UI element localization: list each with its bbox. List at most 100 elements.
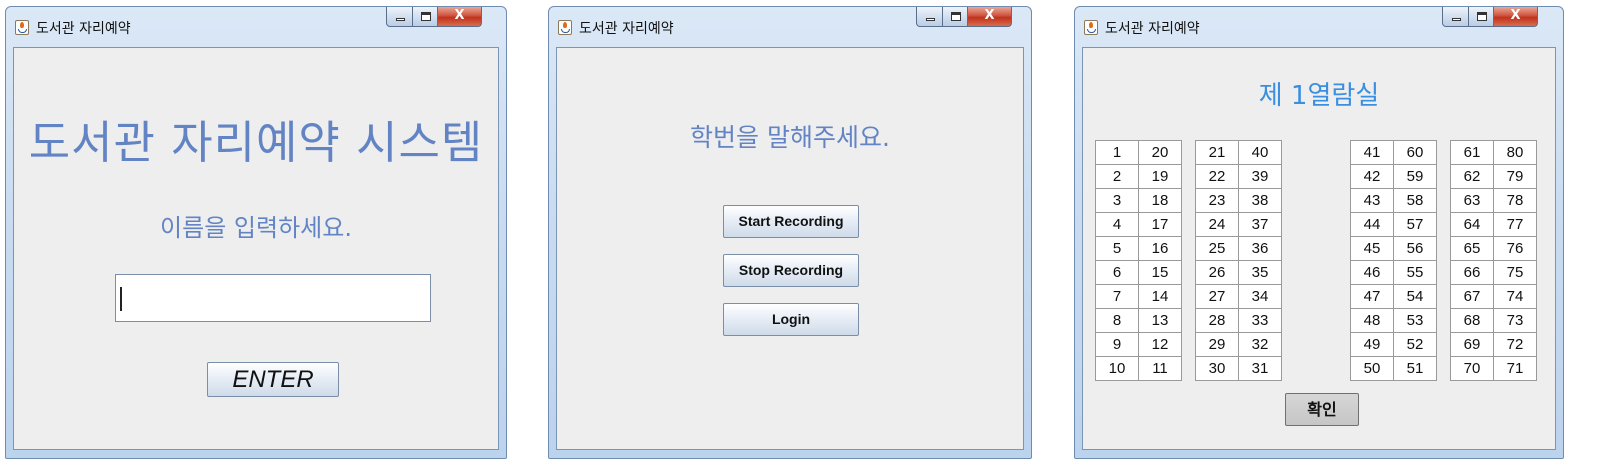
seat-cell[interactable]: 39: [1238, 164, 1282, 189]
seat-cell[interactable]: 23: [1195, 188, 1239, 213]
seat-cell[interactable]: 7: [1095, 284, 1139, 309]
seat-cell[interactable]: 45: [1350, 236, 1394, 261]
seat-cell[interactable]: 51: [1393, 356, 1437, 381]
maximize-button[interactable]: [412, 7, 438, 27]
start-recording-button[interactable]: Start Recording: [723, 205, 859, 238]
close-button[interactable]: X: [967, 7, 1012, 27]
seat-cell[interactable]: 11: [1138, 356, 1182, 381]
seat-cell[interactable]: 1: [1095, 140, 1139, 165]
seat-cell[interactable]: 2: [1095, 164, 1139, 189]
seat-cell[interactable]: 20: [1138, 140, 1182, 165]
close-button[interactable]: X: [1493, 7, 1538, 27]
close-button[interactable]: X: [437, 7, 482, 27]
seat-cell[interactable]: 73: [1493, 308, 1537, 333]
seat-cell[interactable]: 69: [1450, 332, 1494, 357]
seat-cell[interactable]: 62: [1450, 164, 1494, 189]
seat-cell[interactable]: 17: [1138, 212, 1182, 237]
seat-cell[interactable]: 60: [1393, 140, 1437, 165]
seat-cell[interactable]: 40: [1238, 140, 1282, 165]
enter-button[interactable]: ENTER: [207, 362, 339, 397]
seat-cell[interactable]: 70: [1450, 356, 1494, 381]
seat-cell[interactable]: 68: [1450, 308, 1494, 333]
seat-cell[interactable]: 38: [1238, 188, 1282, 213]
seat-cell[interactable]: 42: [1350, 164, 1394, 189]
seat-cell[interactable]: 56: [1393, 236, 1437, 261]
title-bar[interactable]: 도서관 자리예약 X: [549, 7, 1031, 47]
seat-cell[interactable]: 31: [1238, 356, 1282, 381]
seat-cell[interactable]: 19: [1138, 164, 1182, 189]
seat-cell[interactable]: 12: [1138, 332, 1182, 357]
seat-cell[interactable]: 14: [1138, 284, 1182, 309]
seat-cell[interactable]: 29: [1195, 332, 1239, 357]
seat-cell[interactable]: 78: [1493, 188, 1537, 213]
seat-cell[interactable]: 65: [1450, 236, 1494, 261]
seat-cell[interactable]: 53: [1393, 308, 1437, 333]
seat-cell[interactable]: 59: [1393, 164, 1437, 189]
seat-cell[interactable]: 35: [1238, 260, 1282, 285]
seat-cell[interactable]: 63: [1450, 188, 1494, 213]
minimize-button[interactable]: [386, 7, 413, 27]
minimize-button[interactable]: [916, 7, 943, 27]
seat-cell[interactable]: 37: [1238, 212, 1282, 237]
seat-cell[interactable]: 24: [1195, 212, 1239, 237]
seat-cell[interactable]: 77: [1493, 212, 1537, 237]
seat-cell[interactable]: 44: [1350, 212, 1394, 237]
seat-cell[interactable]: 18: [1138, 188, 1182, 213]
title-bar[interactable]: 도서관 자리예약 X: [6, 7, 506, 47]
seat-cell[interactable]: 32: [1238, 332, 1282, 357]
seat-cell[interactable]: 74: [1493, 284, 1537, 309]
seat-cell[interactable]: 8: [1095, 308, 1139, 333]
maximize-button[interactable]: [942, 7, 968, 27]
seat-cell[interactable]: 50: [1350, 356, 1394, 381]
seat-cell[interactable]: 58: [1393, 188, 1437, 213]
stop-recording-button[interactable]: Stop Recording: [723, 254, 859, 287]
seat-cell[interactable]: 43: [1350, 188, 1394, 213]
seat-cell[interactable]: 33: [1238, 308, 1282, 333]
seat-cell[interactable]: 80: [1493, 140, 1537, 165]
seat-cell[interactable]: 66: [1450, 260, 1494, 285]
seat-cell[interactable]: 64: [1450, 212, 1494, 237]
seat-row: 70 71: [1450, 356, 1537, 381]
minimize-button[interactable]: [1442, 7, 1469, 27]
seat-cell[interactable]: 30: [1195, 356, 1239, 381]
seat-cell[interactable]: 26: [1195, 260, 1239, 285]
seat-cell[interactable]: 27: [1195, 284, 1239, 309]
seat-cell[interactable]: 52: [1393, 332, 1437, 357]
seat-cell[interactable]: 76: [1493, 236, 1537, 261]
seat-cell[interactable]: 75: [1493, 260, 1537, 285]
seat-cell[interactable]: 9: [1095, 332, 1139, 357]
seat-cell[interactable]: 34: [1238, 284, 1282, 309]
seat-cell[interactable]: 71: [1493, 356, 1537, 381]
seat-cell[interactable]: 4: [1095, 212, 1139, 237]
seat-cell[interactable]: 6: [1095, 260, 1139, 285]
confirm-button[interactable]: 확인: [1285, 393, 1359, 426]
seat-cell[interactable]: 3: [1095, 188, 1139, 213]
seat-cell[interactable]: 28: [1195, 308, 1239, 333]
seat-cell[interactable]: 25: [1195, 236, 1239, 261]
seat-cell[interactable]: 13: [1138, 308, 1182, 333]
seat-cell[interactable]: 41: [1350, 140, 1394, 165]
maximize-button[interactable]: [1468, 7, 1494, 27]
seat-cell[interactable]: 61: [1450, 140, 1494, 165]
login-button[interactable]: Login: [723, 303, 859, 336]
seat-cell[interactable]: 49: [1350, 332, 1394, 357]
seat-cell[interactable]: 72: [1493, 332, 1537, 357]
seat-cell[interactable]: 10: [1095, 356, 1139, 381]
seat-cell[interactable]: 16: [1138, 236, 1182, 261]
seat-cell[interactable]: 22: [1195, 164, 1239, 189]
seat-cell[interactable]: 79: [1493, 164, 1537, 189]
title-bar[interactable]: 도서관 자리예약 X: [1075, 7, 1563, 47]
seat-cell[interactable]: 46: [1350, 260, 1394, 285]
seat-cell[interactable]: 47: [1350, 284, 1394, 309]
seat-cell[interactable]: 36: [1238, 236, 1282, 261]
seat-cell[interactable]: 21: [1195, 140, 1239, 165]
close-icon: X: [1510, 8, 1521, 23]
seat-cell[interactable]: 55: [1393, 260, 1437, 285]
seat-cell[interactable]: 48: [1350, 308, 1394, 333]
seat-cell[interactable]: 67: [1450, 284, 1494, 309]
name-input[interactable]: [115, 274, 431, 322]
seat-cell[interactable]: 5: [1095, 236, 1139, 261]
seat-cell[interactable]: 57: [1393, 212, 1437, 237]
seat-cell[interactable]: 15: [1138, 260, 1182, 285]
seat-cell[interactable]: 54: [1393, 284, 1437, 309]
